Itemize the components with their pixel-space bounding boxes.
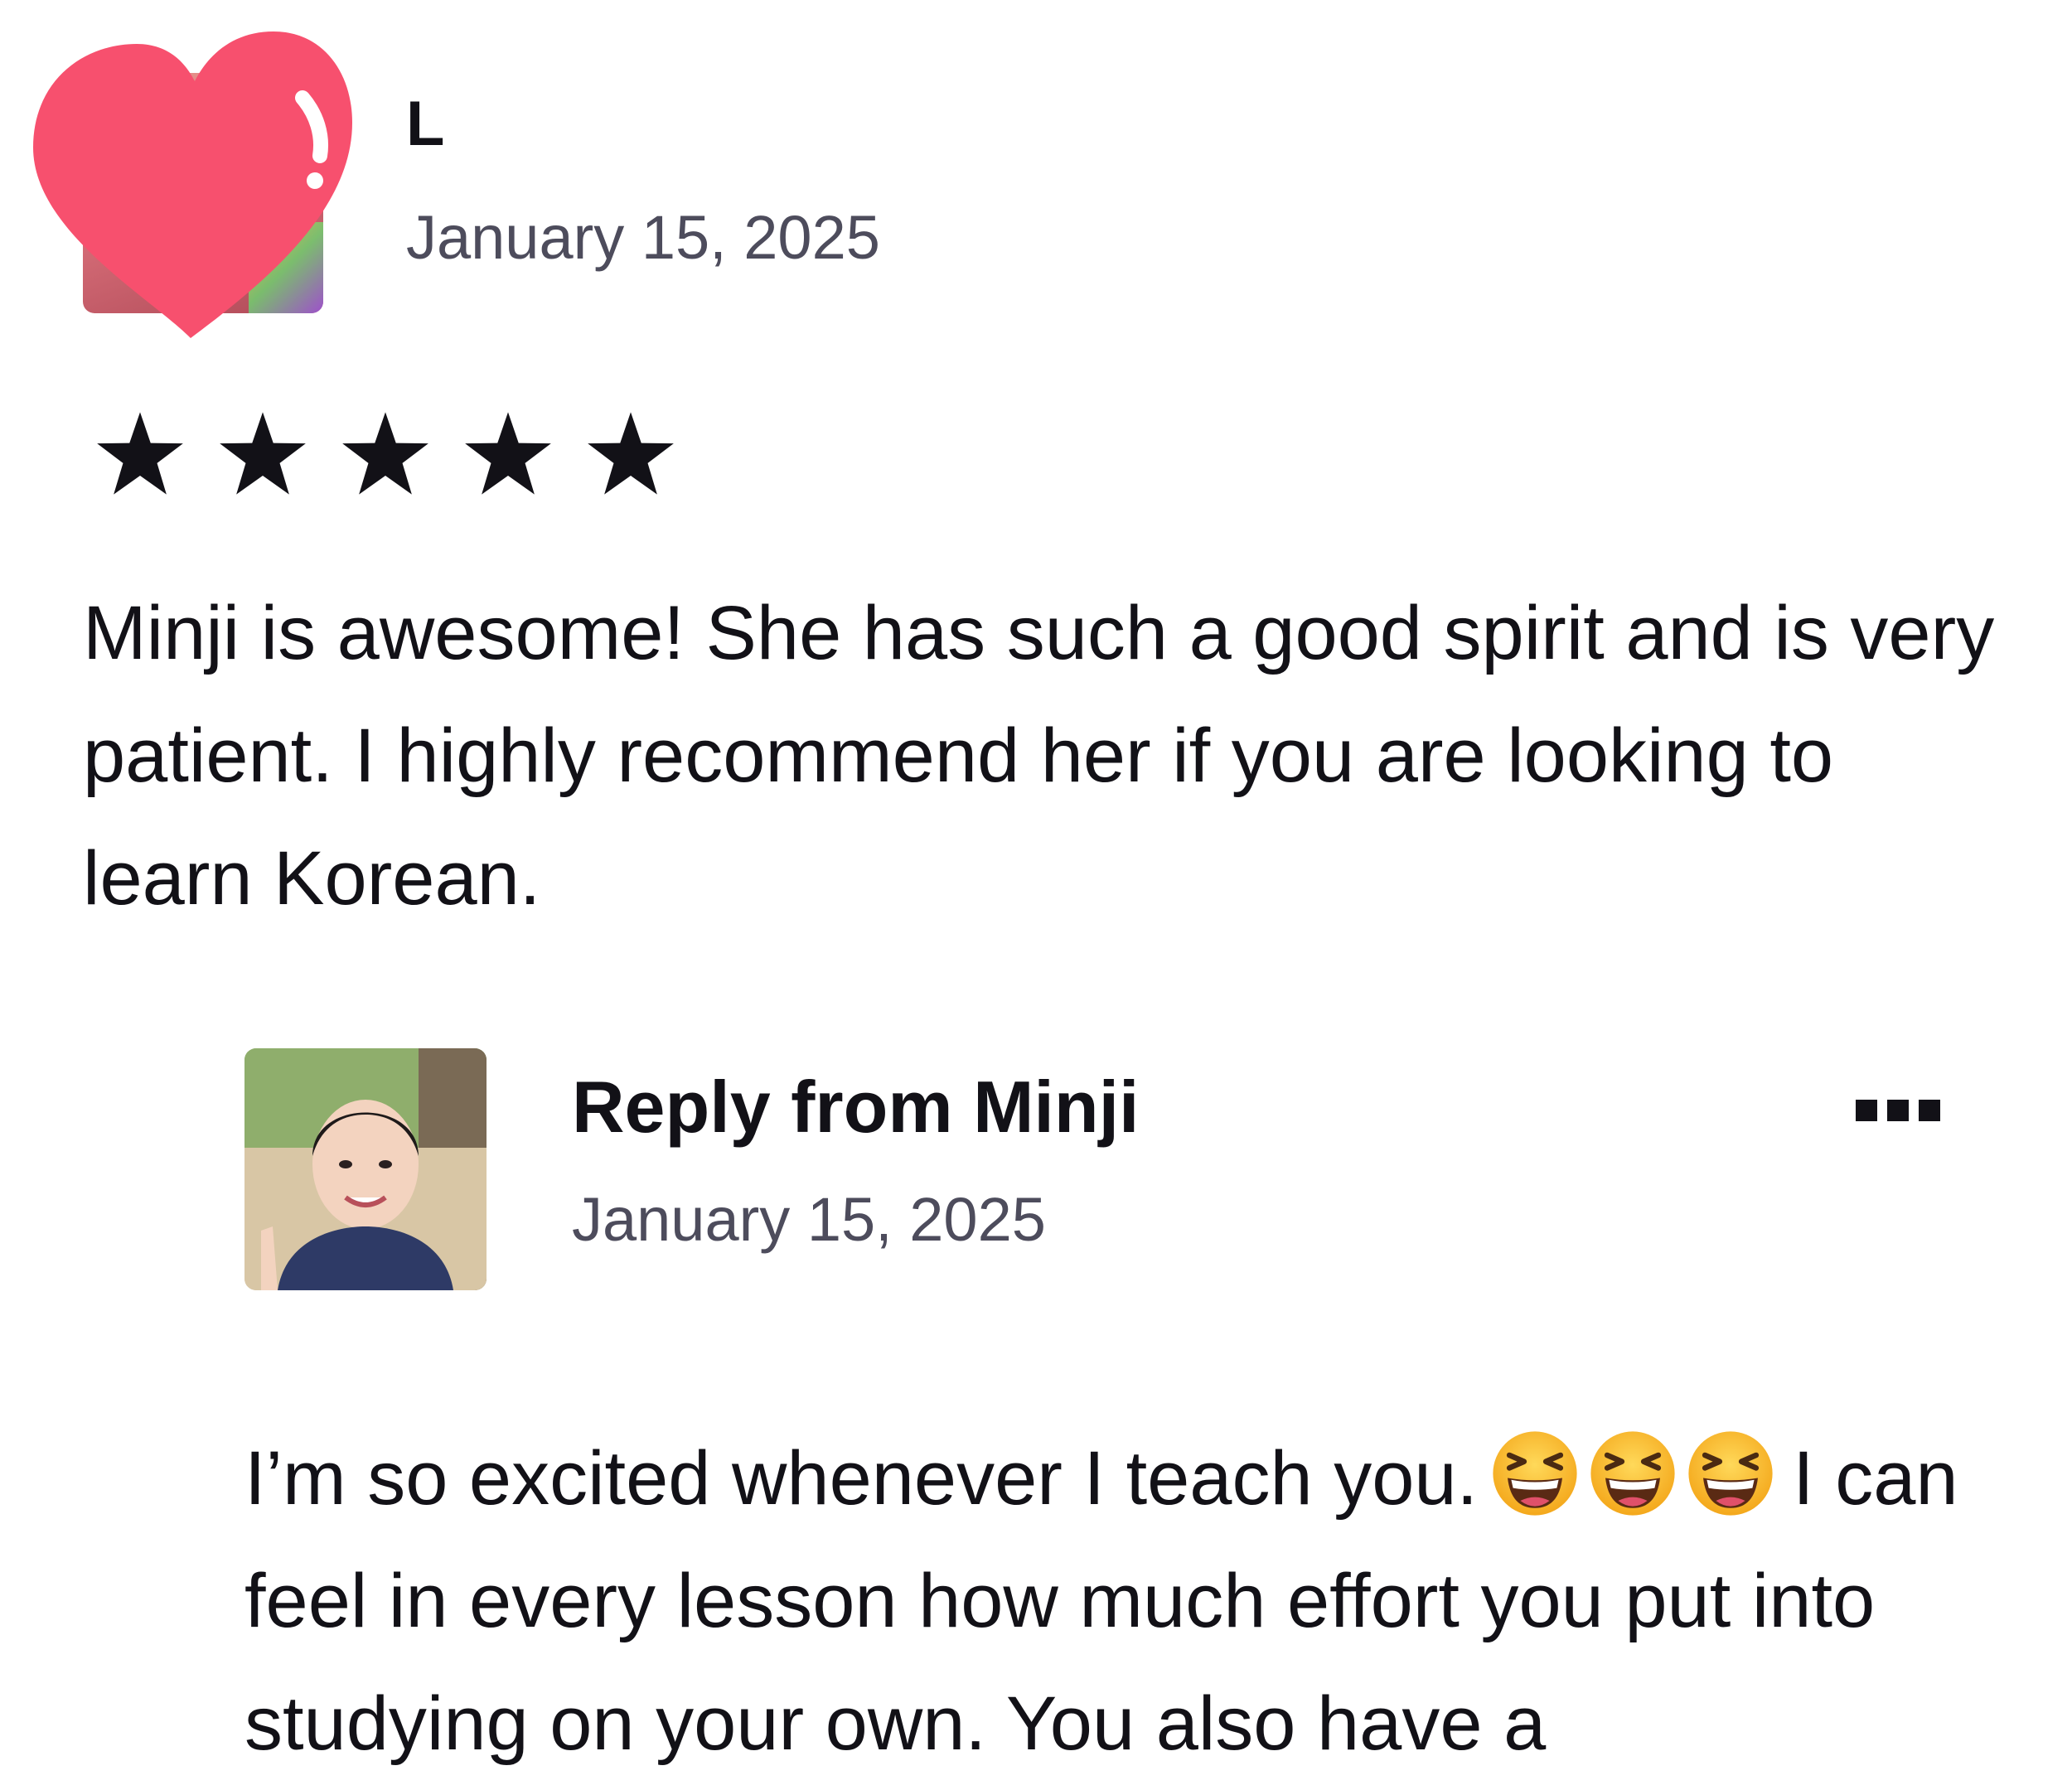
more-options-icon <box>1887 1100 1909 1121</box>
star-icon <box>465 412 551 495</box>
reviewer-name: L <box>406 89 445 159</box>
star-icon <box>588 412 674 495</box>
reply-text-before-emoji: I’m so excited whenever I teach you. <box>244 1436 1479 1521</box>
emoji-row <box>1489 1428 1776 1519</box>
review-text: Minji is awesome! She has such a good sp… <box>83 591 1995 921</box>
more-options-icon <box>1919 1100 1940 1121</box>
star-rating <box>95 410 675 496</box>
star-icon <box>220 412 306 495</box>
grinning-squinting-face-icon <box>1688 1431 1773 1516</box>
grinning-squinting-face-icon <box>1590 1431 1675 1516</box>
star-icon <box>97 412 183 495</box>
grinning-squinting-face-icon <box>1493 1431 1577 1516</box>
reply-text: I’m so excited whenever I teach you. I ca… <box>244 1417 2035 1785</box>
reply-title: Reply from Minji <box>572 1066 1140 1148</box>
tutor-avatar <box>244 1048 487 1290</box>
reply-date: January 15, 2025 <box>572 1185 1046 1254</box>
more-options-button[interactable] <box>1848 1077 1948 1144</box>
tutor-photo <box>244 1048 487 1290</box>
star-icon <box>342 412 428 495</box>
review-date: January 15, 2025 <box>406 203 880 272</box>
more-options-icon <box>1856 1100 1877 1121</box>
heart-icon <box>33 31 352 338</box>
